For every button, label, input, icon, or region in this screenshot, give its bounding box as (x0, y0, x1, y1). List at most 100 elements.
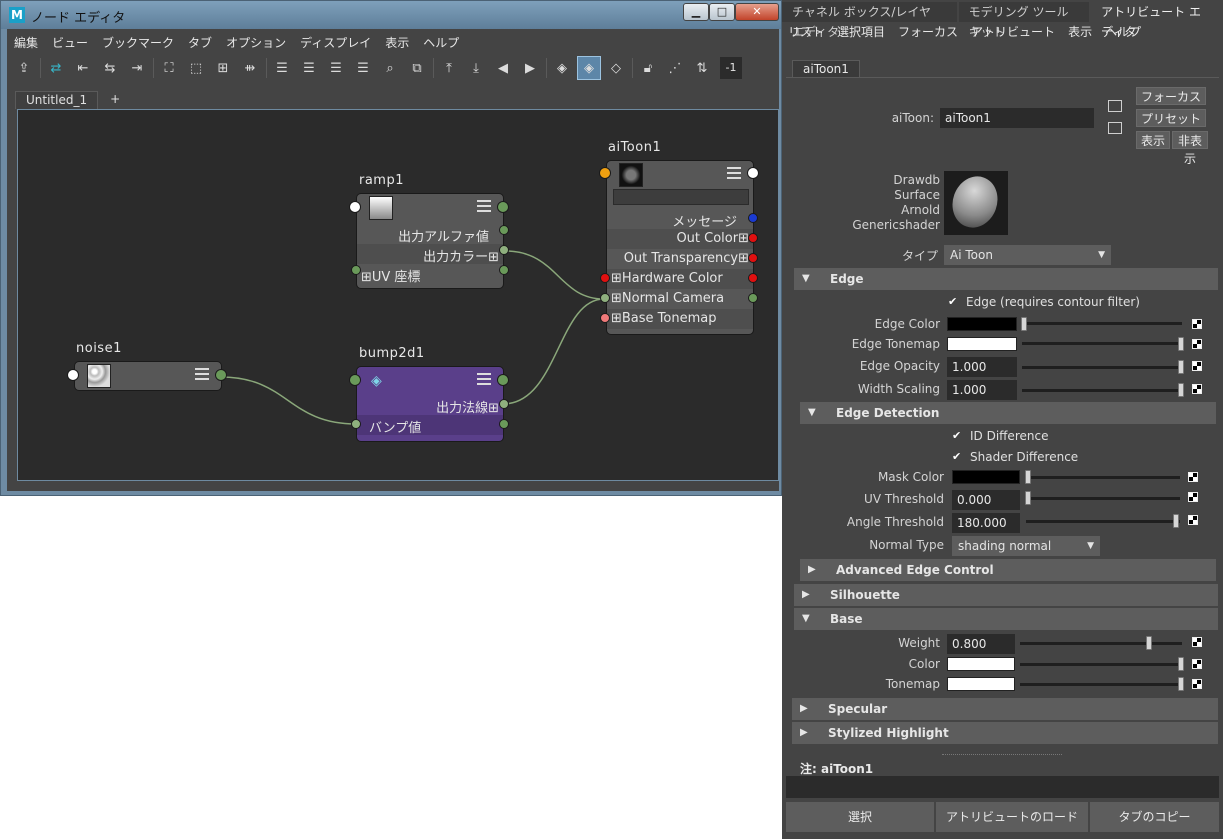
simple-mode-icon[interactable]: ☰ (271, 57, 293, 79)
node-aitoon1[interactable]: メッセージ Out Color⊞ Out Transparency⊞ ⊞Hard… (606, 160, 754, 335)
swatch-size-icon[interactable]: ◇ (605, 57, 627, 79)
focus-button[interactable]: フォーカス (1136, 87, 1206, 105)
weight-slider[interactable] (1020, 642, 1182, 645)
node-menu-icon[interactable] (477, 373, 491, 385)
edge-checkbox[interactable]: ✔ (948, 296, 960, 308)
edge-tonemap-slider[interactable] (1022, 342, 1182, 345)
section-silhouette[interactable]: ▶ Silhouette (794, 584, 1218, 606)
bump-value-input-port[interactable] (351, 419, 361, 429)
shader-difference-checkbox[interactable]: ✔ (952, 451, 964, 463)
swap-connections-icon[interactable]: ⇄ (45, 57, 67, 79)
node-menu-icon[interactable] (477, 200, 491, 212)
section-base[interactable]: ▼ Base (794, 608, 1218, 630)
menu-edit[interactable]: 編集 (7, 33, 45, 53)
mask-color-slider-handle[interactable] (1025, 470, 1031, 484)
hardware-color-output-port[interactable] (748, 273, 758, 283)
tab-channel-box[interactable]: チャネル ボックス/レイヤ エディタ (782, 2, 957, 39)
menu-tabs[interactable]: タブ (181, 33, 219, 53)
menu-options[interactable]: オプション (219, 33, 293, 53)
uv-threshold-slider-handle[interactable] (1025, 491, 1031, 505)
search-icon[interactable]: ⌕ (379, 57, 401, 79)
material-swatch-preview[interactable] (944, 170, 1008, 235)
menu-selected[interactable]: 選択項目 (837, 22, 898, 42)
graph-canvas[interactable]: aiToon1 メッセージ Out Color⊞ Out Transparenc… (17, 109, 779, 481)
message-output-port[interactable] (748, 213, 758, 223)
show-button[interactable]: 表示 (1136, 131, 1170, 149)
align-icon[interactable]: ⇻ (239, 57, 261, 79)
menu-help[interactable]: ヘルプ (1105, 22, 1154, 42)
out-alpha-port[interactable] (499, 225, 509, 235)
hardware-color-input-port[interactable] (600, 273, 610, 283)
weight-slider-handle[interactable] (1146, 636, 1153, 650)
base-tonemap-slider[interactable] (1020, 683, 1182, 686)
output-connection-icon[interactable] (1108, 122, 1122, 134)
map-checker-icon[interactable] (1192, 339, 1202, 349)
width-scaling-slider[interactable] (1022, 389, 1182, 392)
node-name-field[interactable]: aiToon1 (940, 108, 1094, 128)
notes-field[interactable] (786, 776, 1219, 798)
base-tonemap-slider-handle[interactable] (1178, 677, 1184, 691)
uv-coord-output-port[interactable] (499, 265, 509, 275)
close-button[interactable]: ✕ (735, 3, 779, 21)
uv-threshold-field[interactable]: 0.000 (952, 490, 1020, 510)
angle-threshold-slider[interactable] (1026, 520, 1180, 523)
hide-button[interactable]: 非表示 (1172, 131, 1208, 166)
menu-attributes[interactable]: アトリビュート (971, 22, 1068, 42)
map-checker-icon[interactable] (1188, 492, 1198, 502)
out-color-port[interactable] (499, 245, 509, 255)
node-bump2d1[interactable]: ◈ 出力法線⊞ バンプ値 (356, 366, 504, 442)
map-checker-icon[interactable] (1188, 472, 1198, 482)
bump-output-port[interactable] (497, 374, 509, 386)
bump-value-output-port[interactable] (499, 419, 509, 429)
node-tab-aitoon1[interactable]: aiToon1 (792, 60, 860, 78)
type-dropdown[interactable]: Ai Toon ▼ (944, 245, 1111, 265)
node-ramp1[interactable]: 出力アルファ値 出力カラー⊞ ⊞UV 座標 (356, 193, 504, 289)
map-checker-icon[interactable] (1192, 637, 1202, 647)
noise-output-port[interactable] (215, 369, 227, 381)
connected-mode-icon[interactable]: ☰ (298, 57, 320, 79)
menu-help[interactable]: ヘルプ (416, 33, 466, 53)
frame-all-icon[interactable]: ⛶ (158, 57, 180, 79)
angle-threshold-slider-handle[interactable] (1173, 514, 1179, 528)
menu-bookmarks[interactable]: ブックマーク (95, 33, 181, 53)
input-output-connections-icon[interactable]: ⇆ (99, 57, 121, 79)
mask-color-slider[interactable] (1026, 476, 1180, 479)
noise-input-port[interactable] (67, 369, 79, 381)
node-menu-icon[interactable] (195, 368, 209, 380)
out-transparency-port[interactable] (748, 253, 758, 263)
edge-opacity-slider-handle[interactable] (1178, 360, 1184, 374)
id-difference-checkbox[interactable]: ✔ (952, 430, 964, 442)
uv-threshold-slider[interactable] (1026, 497, 1180, 500)
input-connection-icon[interactable] (1108, 100, 1122, 112)
minimize-button[interactable]: ▁ (683, 3, 709, 21)
remove-selected-icon[interactable]: ◀ (492, 57, 514, 79)
base-color-slider[interactable] (1020, 663, 1182, 666)
map-checker-icon[interactable] (1188, 515, 1198, 525)
edge-opacity-slider[interactable] (1022, 366, 1182, 369)
base-tonemap-swatch[interactable] (947, 677, 1015, 691)
aitoon-input-port[interactable] (599, 167, 611, 179)
menu-show[interactable]: 表示 (1068, 22, 1105, 42)
section-advanced-edge-control[interactable]: ▶ Advanced Edge Control (800, 559, 1216, 581)
menu-focus[interactable]: フォーカス (898, 22, 971, 42)
map-checker-icon[interactable] (1192, 679, 1202, 689)
add-selected-icon[interactable]: ⤓ (465, 57, 487, 79)
edge-color-slider[interactable] (1022, 322, 1182, 325)
copy-tab-button[interactable]: タブのコピー (1090, 802, 1219, 832)
attribute-filter-icon[interactable]: ⧉ (406, 57, 428, 79)
menu-display[interactable]: ディスプレイ (293, 33, 378, 53)
section-edge[interactable]: ▼ Edge (794, 268, 1218, 290)
out-normal-port[interactable] (499, 399, 509, 409)
width-scaling-field[interactable]: 1.000 (947, 380, 1017, 400)
normal-camera-output-port[interactable] (748, 293, 758, 303)
out-color-port[interactable] (748, 233, 758, 243)
pin-icon[interactable]: ⤒ (438, 57, 460, 79)
output-connections-icon[interactable]: ⇥ (126, 57, 148, 79)
width-scaling-slider-handle[interactable] (1178, 383, 1184, 397)
input-connections-icon[interactable]: ⇤ (72, 57, 94, 79)
field-value[interactable]: -1 (720, 57, 742, 79)
map-checker-icon[interactable] (1192, 361, 1202, 371)
add-tab-button[interactable]: + (98, 91, 133, 109)
layout-icon[interactable]: ⊞ (212, 57, 234, 79)
edge-opacity-field[interactable]: 1.000 (947, 357, 1017, 377)
